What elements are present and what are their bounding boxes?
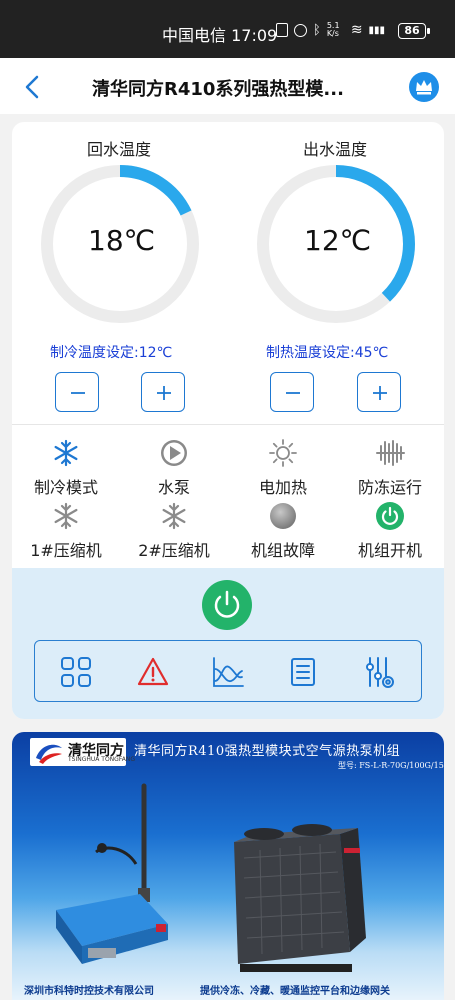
brand-logo: 清华同方 TSINGHUA TONGFANG bbox=[30, 738, 135, 766]
net-speed: 5.1 K/s bbox=[326, 21, 340, 38]
antifreeze-icon bbox=[376, 440, 405, 466]
snowflake-icon bbox=[54, 439, 78, 467]
status-label: 电加热 bbox=[258, 478, 307, 497]
records-list-button[interactable] bbox=[286, 655, 320, 689]
status-cooling-mode: 制冷模式 bbox=[16, 438, 116, 498]
cooling-increase-button[interactable] bbox=[141, 372, 185, 412]
logo-en-text: TSINGHUA TONGFANG bbox=[68, 756, 135, 763]
carrier-time: 中国电信 17:09 bbox=[162, 26, 278, 45]
outlet-water-label: 出水温度 bbox=[303, 140, 368, 159]
status-label: 防冻运行 bbox=[357, 478, 422, 497]
back-button[interactable] bbox=[18, 72, 48, 102]
wifi-icon: ≋ bbox=[350, 22, 363, 38]
tongfang-logo-icon bbox=[36, 744, 62, 764]
section-divider bbox=[12, 424, 444, 425]
gateway-device-image bbox=[56, 783, 168, 964]
snowflake-icon bbox=[162, 502, 186, 530]
sun-heater-icon bbox=[269, 439, 297, 467]
function-toolbar bbox=[34, 640, 422, 702]
main-control-card: 回水温度 18℃ 制冷温度设定:12℃ 出水温度 12℃ 制热温度设定:45℃ … bbox=[12, 122, 444, 719]
status-label: 机组故障 bbox=[250, 541, 315, 560]
signal-icon: ▮▮▮ bbox=[368, 24, 386, 36]
status-unit-power-on: 机组开机 bbox=[340, 501, 440, 561]
banner-slogan: 提供冷冻、冷藏、暖通监控平台和边缘网关 bbox=[200, 986, 390, 997]
status-label: 1#压缩机 bbox=[30, 541, 102, 560]
return-water-label: 回水温度 bbox=[87, 140, 152, 159]
status-label: 制冷模式 bbox=[33, 478, 98, 497]
grid-menu-button[interactable] bbox=[59, 655, 93, 689]
return-water-value: 18℃ bbox=[88, 224, 156, 257]
alarm-warning-icon bbox=[137, 657, 169, 686]
power-toggle-button[interactable] bbox=[202, 580, 252, 630]
trend-chart-icon bbox=[213, 657, 244, 687]
heating-decrease-button[interactable] bbox=[270, 372, 314, 412]
system-status-bar: 中国电信 17:09 ᛒ 5.1 K/s ≋ ▮▮▮ 86 bbox=[0, 0, 455, 58]
power-icon bbox=[214, 590, 240, 618]
status-icons: ᛒ 5.1 K/s ≋ ▮▮▮ bbox=[276, 22, 385, 38]
minus-icon bbox=[71, 392, 85, 394]
trend-chart-button[interactable] bbox=[211, 655, 245, 689]
minus-icon bbox=[286, 392, 300, 394]
banner-title: 清华同方R410强热型模块式空气源热泵机组 bbox=[134, 744, 401, 759]
banner-company: 深圳市科特时控技术有限公司 bbox=[24, 986, 154, 997]
settings-button[interactable] bbox=[363, 655, 397, 689]
heating-increase-button[interactable] bbox=[357, 372, 401, 412]
status-compressor-2: 2#压缩机 bbox=[124, 501, 224, 561]
crown-icon bbox=[416, 80, 432, 95]
status-label: 水泵 bbox=[157, 478, 190, 497]
snowflake-icon bbox=[54, 502, 78, 530]
plus-icon bbox=[157, 386, 171, 400]
alarm-button[interactable] bbox=[136, 655, 170, 689]
cooling-setpoint: 制冷温度设定:12℃ bbox=[50, 345, 173, 361]
page-title: 清华同方R410系列强热型模... bbox=[92, 79, 344, 100]
heating-setpoint: 制热温度设定:45℃ bbox=[266, 345, 389, 361]
fault-dot-icon bbox=[270, 503, 296, 529]
product-banner: 清华同方 TSINGHUA TONGFANG 清华同方R410强热型模块式空气源… bbox=[12, 732, 444, 1000]
status-antifreeze: 防冻运行 bbox=[340, 438, 440, 498]
heat-pump-unit-image bbox=[234, 824, 366, 972]
battery-indicator: 86 bbox=[398, 23, 430, 39]
power-on-icon bbox=[376, 502, 404, 530]
cooling-decrease-button[interactable] bbox=[55, 372, 99, 412]
plus-icon bbox=[373, 386, 387, 400]
status-electric-heater: 电加热 bbox=[233, 438, 333, 498]
outlet-water-value: 12℃ bbox=[304, 224, 372, 257]
pump-play-icon bbox=[161, 440, 187, 466]
status-label: 2#压缩机 bbox=[138, 541, 210, 560]
vip-crown-button[interactable] bbox=[409, 72, 439, 102]
settings-sliders-icon bbox=[366, 657, 394, 688]
alarm-clock-icon bbox=[294, 23, 307, 37]
nfc-icon bbox=[276, 23, 288, 37]
status-water-pump: 水泵 bbox=[124, 438, 224, 498]
banner-model: 型号: FS-L-R-70G/100G/150G bbox=[338, 761, 444, 770]
grid-menu-icon bbox=[61, 657, 91, 687]
chevron-left-icon bbox=[25, 75, 39, 99]
list-doc-icon bbox=[291, 658, 315, 686]
status-label: 机组开机 bbox=[357, 541, 422, 560]
top-nav-bar: 清华同方R410系列强热型模... bbox=[0, 58, 455, 114]
status-compressor-1: 1#压缩机 bbox=[16, 501, 116, 561]
bluetooth-icon: ᛒ bbox=[313, 22, 321, 38]
control-area bbox=[12, 568, 444, 719]
status-unit-fault: 机组故障 bbox=[233, 501, 333, 561]
